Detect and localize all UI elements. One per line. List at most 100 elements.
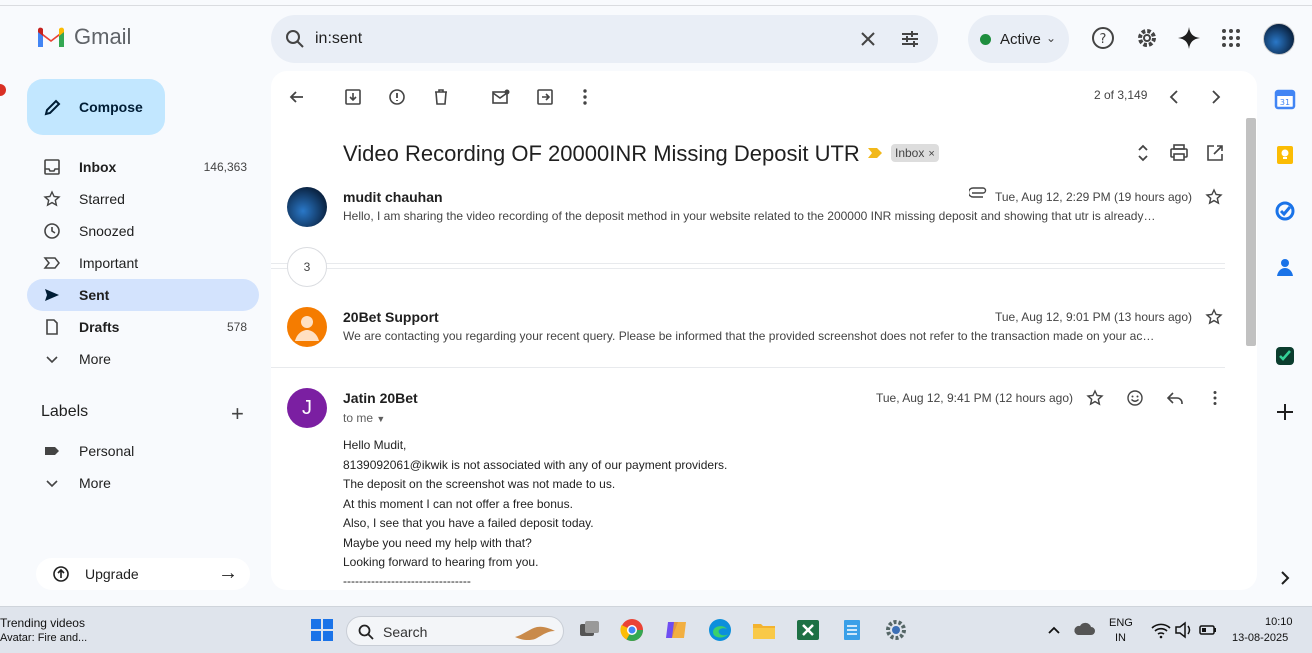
copilot-icon[interactable] [662, 616, 690, 644]
windows-start-icon[interactable] [308, 616, 336, 644]
star-icon[interactable] [1086, 389, 1104, 407]
emoji-reaction-icon[interactable] [1126, 389, 1144, 407]
message-body-line: Maybe you need my help with that? [343, 536, 532, 550]
notepad-icon[interactable] [838, 616, 866, 644]
help-icon[interactable]: ? [1091, 26, 1115, 50]
message-snippet[interactable]: Hello, I am sharing the video recording … [343, 209, 1223, 223]
apps-grid-icon[interactable] [1219, 26, 1243, 50]
label-tag-icon [45, 447, 59, 455]
draft-file-icon [46, 319, 58, 335]
taskbar-search-label: Search [383, 624, 428, 640]
print-icon[interactable] [1169, 143, 1189, 163]
chevron-left-icon[interactable] [1165, 87, 1185, 107]
sidebar-item-label: Important [79, 255, 139, 271]
label-personal[interactable]: Personal [27, 435, 259, 467]
calendar-icon[interactable]: 31 [1274, 88, 1296, 110]
scrollbar-thumb[interactable] [1246, 118, 1256, 346]
search-icon [358, 624, 374, 640]
settings-gear-icon[interactable] [1135, 26, 1159, 50]
sender-name[interactable]: mudit chauhan [343, 189, 443, 205]
news-widget-subtitle[interactable]: Avatar: Fire and... [0, 632, 87, 644]
keep-notes-icon[interactable] [1274, 144, 1296, 166]
recipient-details[interactable]: to me ▼ [343, 411, 385, 425]
sidebar-item-sent[interactable]: Sent [27, 279, 259, 311]
back-arrow-icon[interactable] [287, 87, 307, 107]
star-icon [43, 190, 61, 207]
sidebar-item-label: Starred [79, 191, 125, 207]
labels-more[interactable]: More [27, 467, 259, 499]
drafts-count: 578 [226, 320, 247, 334]
sender-avatar[interactable]: J [287, 388, 327, 428]
edge-browser-icon[interactable] [706, 616, 734, 644]
report-spam-icon[interactable] [387, 87, 407, 107]
add-label-icon[interactable]: + [231, 401, 244, 427]
expand-all-icon[interactable] [1133, 143, 1153, 163]
news-widget-title[interactable]: Trending videos [0, 616, 85, 630]
chrome-icon[interactable] [618, 616, 646, 644]
search-options-icon[interactable] [899, 28, 921, 50]
collapsed-divider [271, 268, 1225, 269]
addon-app-icon[interactable] [1274, 345, 1296, 367]
cloud-weather-icon[interactable] [1070, 616, 1098, 644]
sidebar-item-starred[interactable]: Starred [27, 183, 259, 215]
important-marker-icon[interactable] [867, 147, 883, 159]
sender-name[interactable]: Jatin 20Bet [343, 390, 418, 406]
move-to-icon[interactable] [535, 87, 555, 107]
search-bar[interactable]: in:sent [271, 15, 938, 63]
task-view-icon[interactable] [576, 616, 604, 644]
sidebar-item-snoozed[interactable]: Snoozed [27, 215, 259, 247]
clear-search-icon[interactable] [857, 28, 879, 50]
contacts-icon[interactable] [1274, 256, 1296, 278]
add-addon-icon[interactable] [1274, 401, 1296, 423]
open-new-window-icon[interactable] [1205, 143, 1225, 163]
clock-date[interactable]: 13-08-2025 [1232, 632, 1288, 644]
chevron-right-icon[interactable] [1205, 87, 1225, 107]
star-icon[interactable] [1205, 308, 1223, 326]
more-vert-icon[interactable] [575, 87, 595, 107]
important-marker-icon [43, 257, 60, 269]
taskbar-search[interactable]: Search [346, 616, 564, 646]
browser-top-strip [0, 0, 1312, 6]
reply-icon[interactable] [1166, 389, 1184, 407]
email-view: 2 of 3,149 Video Recording OF 20000INR M… [271, 71, 1257, 590]
sidebar-item-more[interactable]: More [27, 343, 259, 375]
gmail-logo[interactable]: Gmail [36, 24, 131, 50]
search-input[interactable]: in:sent [315, 30, 362, 48]
clock-time[interactable]: 10:10 [1265, 616, 1293, 628]
remove-label-icon[interactable]: × [928, 148, 934, 160]
sidebar-item-inbox[interactable]: Inbox 146,363 [27, 151, 259, 183]
chip-label: Inbox [895, 146, 925, 160]
sender-name[interactable]: 20Bet Support [343, 309, 439, 325]
delete-trash-icon[interactable] [431, 87, 451, 107]
sidebar-item-drafts[interactable]: Drafts 578 [27, 311, 259, 343]
more-vert-icon[interactable] [1206, 389, 1224, 407]
settings-gear-icon[interactable] [882, 616, 910, 644]
file-explorer-icon[interactable] [750, 616, 778, 644]
excel-icon[interactable] [794, 616, 822, 644]
clock-icon [44, 223, 60, 239]
gemini-sparkle-icon[interactable] [1177, 26, 1201, 50]
inbox-label-chip[interactable]: Inbox × [891, 144, 939, 162]
archive-icon[interactable] [343, 87, 363, 107]
message-snippet[interactable]: We are contacting you regarding your rec… [343, 329, 1223, 343]
star-icon[interactable] [1205, 188, 1223, 206]
tasks-icon[interactable] [1274, 200, 1296, 222]
upgrade-button[interactable]: Upgrade → [36, 558, 250, 590]
region-indicator[interactable]: IN [1115, 632, 1126, 644]
account-avatar[interactable] [1263, 23, 1295, 55]
search-icon[interactable] [283, 27, 307, 51]
compose-button[interactable]: Compose [27, 79, 165, 135]
sidebar-item-important[interactable]: Important [27, 247, 259, 279]
battery-icon[interactable] [1194, 616, 1222, 644]
status-selector[interactable]: Active ⌄ [968, 15, 1069, 63]
collapsed-messages-count[interactable]: 3 [287, 247, 327, 287]
language-indicator[interactable]: ENG [1109, 617, 1133, 629]
collapsed-divider [271, 263, 1225, 264]
chevron-right-icon[interactable] [1274, 567, 1296, 589]
mark-unread-icon[interactable] [491, 87, 511, 107]
sidebar-item-label: Inbox [79, 159, 117, 175]
chevron-up-icon[interactable] [1040, 616, 1068, 644]
sender-avatar[interactable] [287, 307, 327, 347]
message-body-line: Also, I see that you have a failed depos… [343, 516, 594, 530]
sender-avatar[interactable] [287, 187, 327, 227]
